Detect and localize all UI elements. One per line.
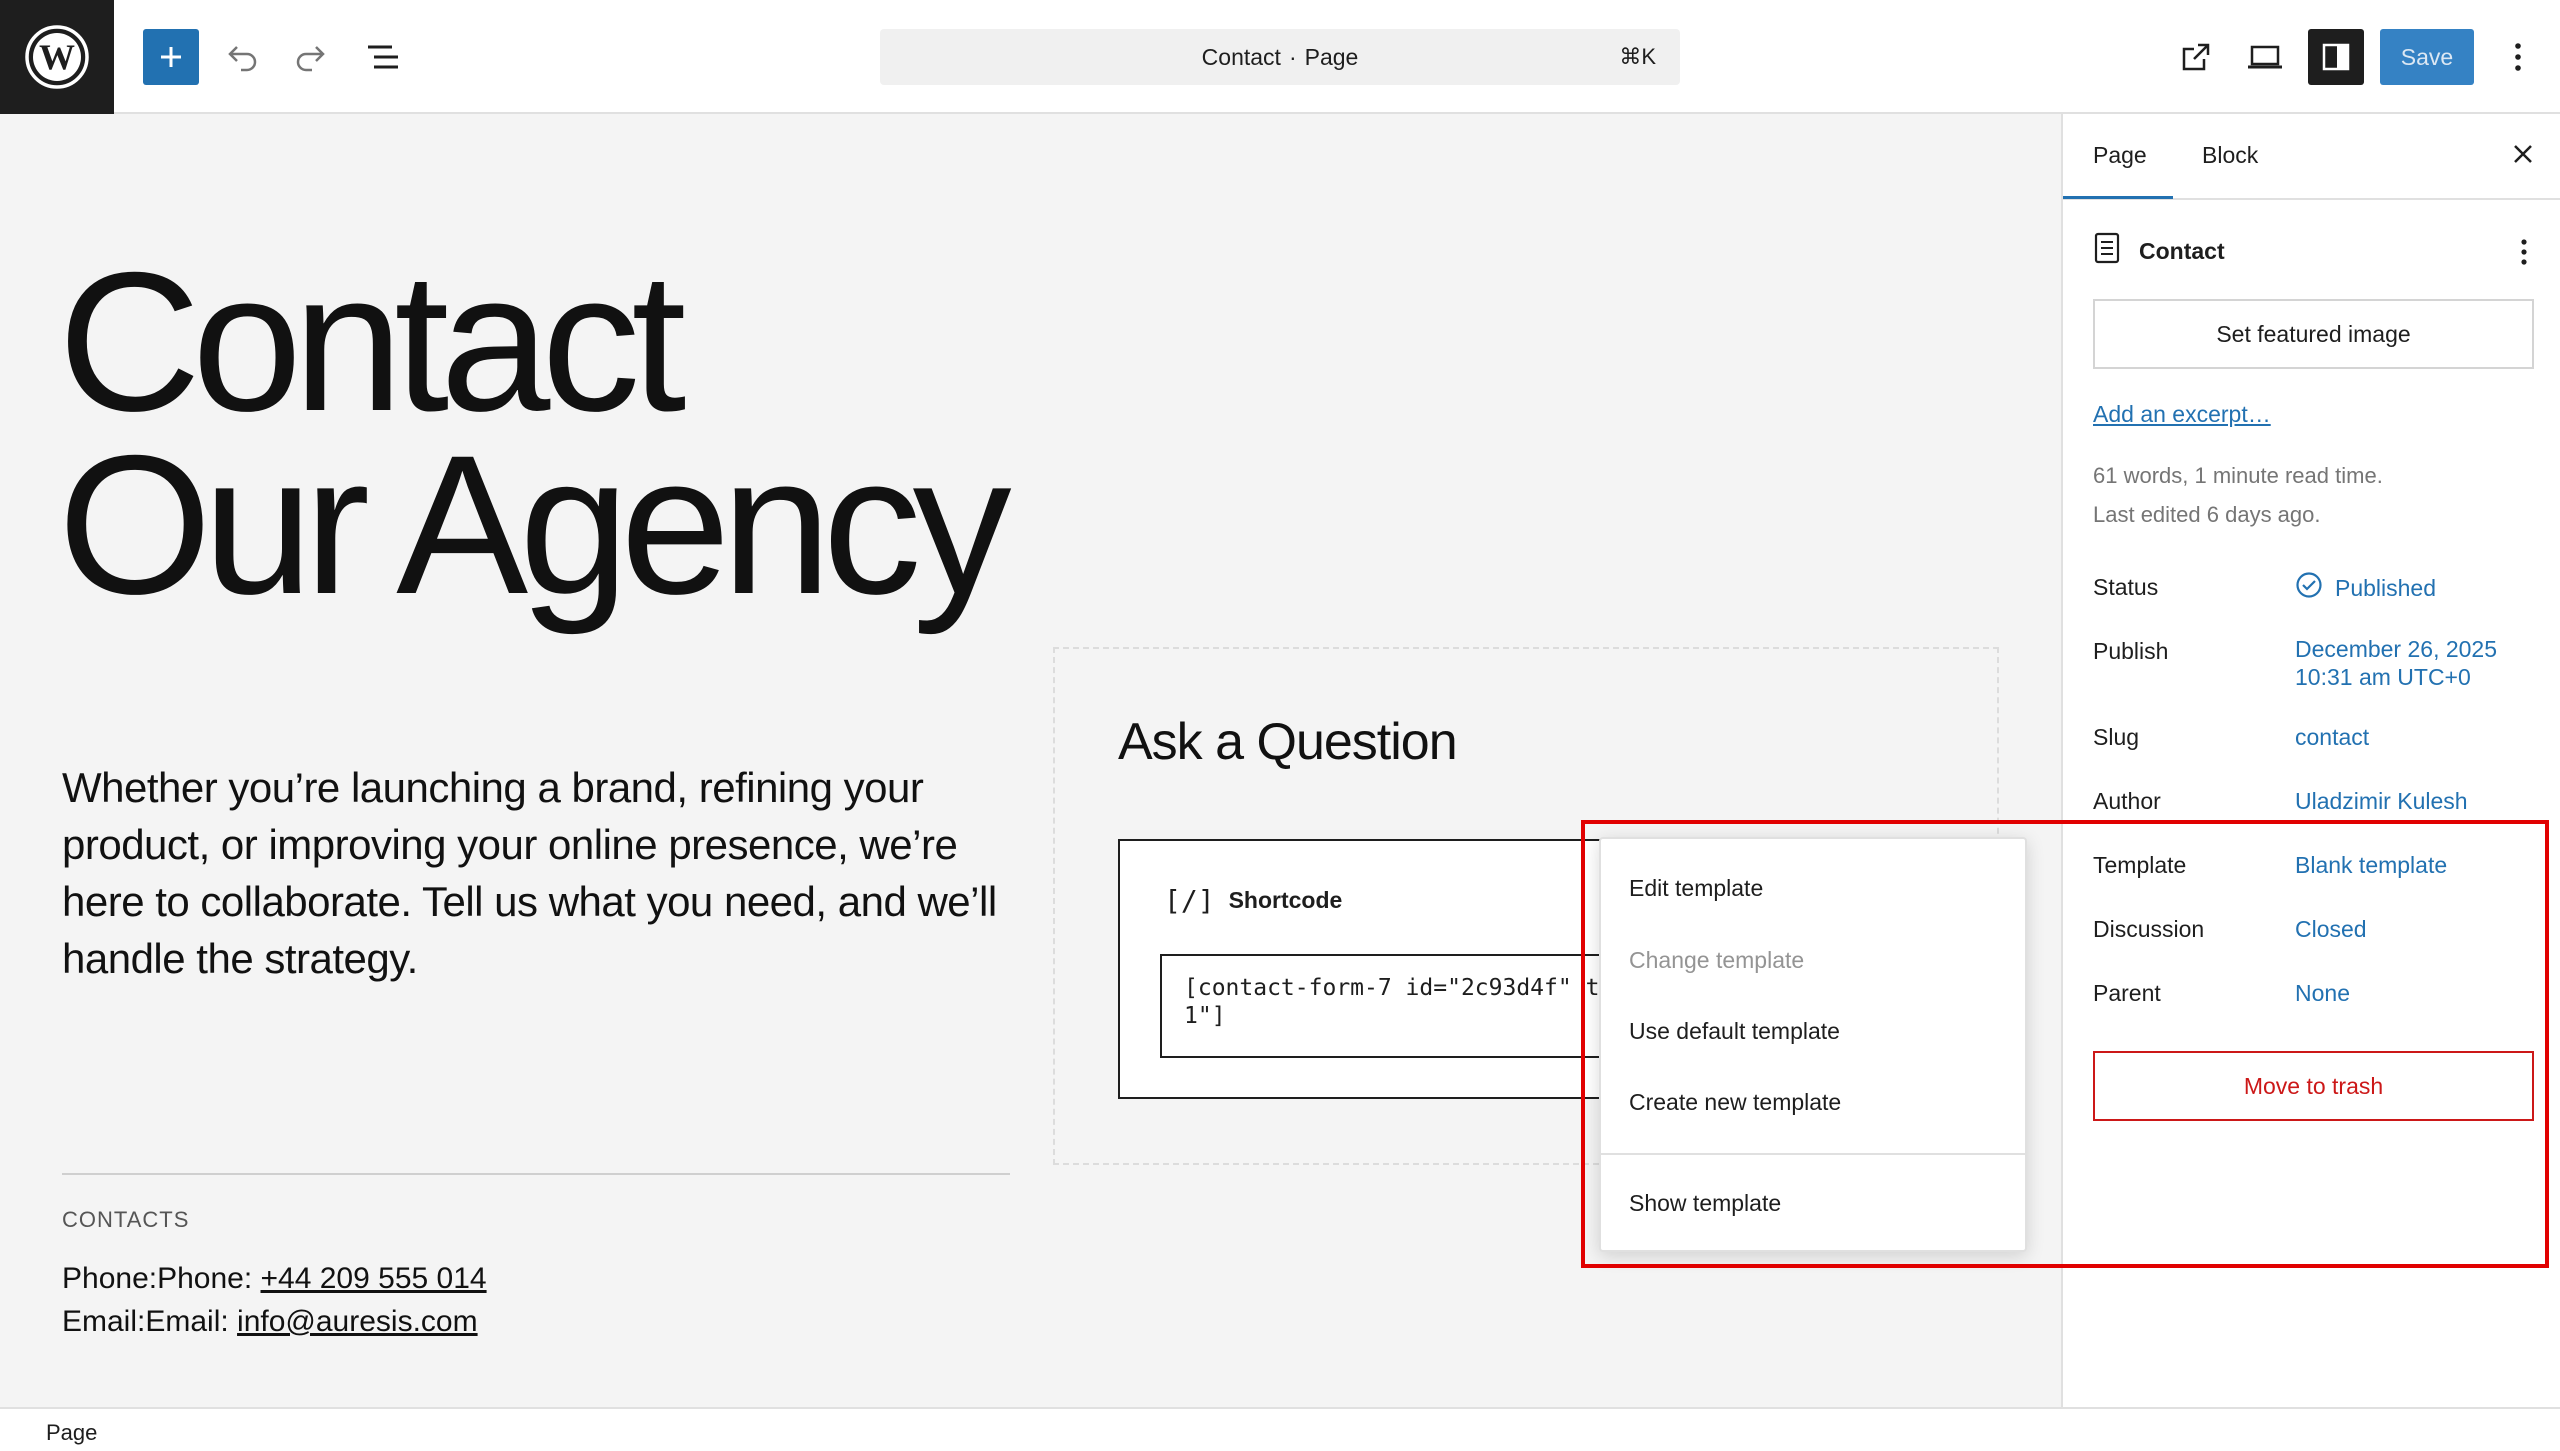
shortcode-block-label: [/] Shortcode bbox=[1164, 884, 1342, 917]
command-shortcut: ⌘K bbox=[1619, 44, 1656, 69]
word-count: 61 words, 1 minute read time. bbox=[2093, 463, 2383, 488]
command-palette-bar[interactable]: Contact · Page ⌘K bbox=[880, 29, 1680, 85]
close-icon[interactable] bbox=[2503, 134, 2543, 174]
last-edited: Last edited 6 days ago. bbox=[2093, 502, 2321, 527]
wordpress-logo-icon[interactable]: W bbox=[0, 0, 114, 114]
parent-label: Parent bbox=[2093, 980, 2161, 1006]
add-block-button[interactable] bbox=[143, 29, 199, 85]
settings-sidebar: Page Block Contact Set featured image Ad… bbox=[2061, 114, 2560, 1407]
phone-link[interactable]: +44 209 555 014 bbox=[261, 1262, 487, 1295]
add-excerpt-link[interactable]: Add an excerpt… bbox=[2093, 401, 2271, 428]
document-type: Page bbox=[1304, 43, 1359, 70]
template-options-menu: Edit template Change template Use defaul… bbox=[1599, 837, 2027, 1252]
move-to-trash-button[interactable]: Move to trash bbox=[2093, 1051, 2534, 1121]
svg-text:W: W bbox=[39, 37, 75, 77]
document-summary: Contact bbox=[2093, 232, 2225, 270]
menu-item-use-default-template[interactable]: Use default template bbox=[1629, 1018, 1840, 1045]
heading-line-1: Contact bbox=[58, 231, 686, 452]
redo-icon[interactable] bbox=[283, 29, 339, 85]
menu-item-create-new-template[interactable]: Create new template bbox=[1629, 1089, 1841, 1116]
slug-value[interactable]: contact bbox=[2295, 724, 2369, 751]
menu-divider bbox=[1601, 1153, 2025, 1155]
block-breadcrumb-bar: Page bbox=[0, 1407, 2560, 1451]
page-heading[interactable]: Contact Our Agency bbox=[58, 231, 1012, 635]
document-overview-icon[interactable] bbox=[355, 29, 411, 85]
publish-label: Publish bbox=[2093, 638, 2169, 664]
settings-sidebar-toggle-icon[interactable] bbox=[2308, 29, 2364, 85]
intro-paragraph[interactable]: Whether you’re launching a brand, refini… bbox=[62, 759, 1022, 987]
form-heading[interactable]: Ask a Question bbox=[1118, 712, 1458, 772]
tab-block[interactable]: Block bbox=[2202, 142, 2258, 169]
save-button[interactable]: Save bbox=[2380, 29, 2474, 85]
view-page-external-icon[interactable] bbox=[2168, 29, 2224, 85]
page-document-icon bbox=[2093, 232, 2121, 270]
template-value[interactable]: Blank template bbox=[2295, 852, 2447, 879]
discussion-value[interactable]: Closed bbox=[2295, 916, 2367, 943]
document-title: Contact bbox=[1201, 43, 1281, 70]
options-more-icon[interactable] bbox=[2490, 29, 2546, 85]
menu-item-show-template[interactable]: Show template bbox=[1629, 1190, 1781, 1217]
publish-date: December 26, 2025 bbox=[2295, 636, 2498, 662]
tab-page[interactable]: Page bbox=[2093, 142, 2147, 169]
breadcrumb-page[interactable]: Page bbox=[46, 1420, 97, 1446]
discussion-label: Discussion bbox=[2093, 916, 2205, 942]
shortcode-icon: [/] bbox=[1164, 884, 1215, 917]
template-label: Template bbox=[2093, 852, 2187, 878]
heading-line-2: Our Agency bbox=[58, 414, 1012, 635]
shortcode-label-text: Shortcode bbox=[1228, 887, 1343, 913]
email-prefix: Email:Email: bbox=[62, 1305, 238, 1338]
menu-item-change-template: Change template bbox=[1629, 947, 1805, 973]
document-title-label: Contact bbox=[2139, 237, 2225, 264]
publish-time: 10:31 am UTC+0 bbox=[2295, 664, 2471, 690]
phone-line: Phone:Phone: +44 209 555 014 bbox=[62, 1262, 487, 1296]
parent-value[interactable]: None bbox=[2295, 980, 2350, 1007]
document-actions-icon[interactable] bbox=[2509, 232, 2539, 272]
status-label: Status bbox=[2093, 574, 2159, 600]
email-link[interactable]: info@auresis.com bbox=[237, 1305, 478, 1338]
status-value-text: Published bbox=[2335, 574, 2437, 601]
publish-date-value[interactable]: December 26, 2025 10:31 am UTC+0 bbox=[2295, 635, 2497, 691]
contacts-label: CONTACTS bbox=[62, 1207, 190, 1232]
author-value[interactable]: Uladzimir Kulesh bbox=[2295, 788, 2468, 815]
slug-label: Slug bbox=[2093, 724, 2140, 750]
separator-line bbox=[62, 1173, 1010, 1175]
set-featured-image-button[interactable]: Set featured image bbox=[2093, 299, 2534, 369]
author-label: Author bbox=[2093, 788, 2161, 814]
active-tab-indicator bbox=[2063, 196, 2173, 199]
phone-prefix: Phone:Phone: bbox=[62, 1262, 261, 1295]
device-preview-icon[interactable] bbox=[2237, 29, 2293, 85]
menu-item-edit-template[interactable]: Edit template bbox=[1629, 875, 1763, 902]
status-value[interactable]: Published bbox=[2295, 571, 2436, 605]
editor-toolbar: W Contact · Page ⌘K Save bbox=[0, 0, 2560, 114]
title-separator: · bbox=[1288, 43, 1297, 70]
undo-icon[interactable] bbox=[214, 29, 270, 85]
published-check-icon bbox=[2295, 571, 2323, 605]
email-line: Email:Email: info@auresis.com bbox=[62, 1305, 478, 1339]
